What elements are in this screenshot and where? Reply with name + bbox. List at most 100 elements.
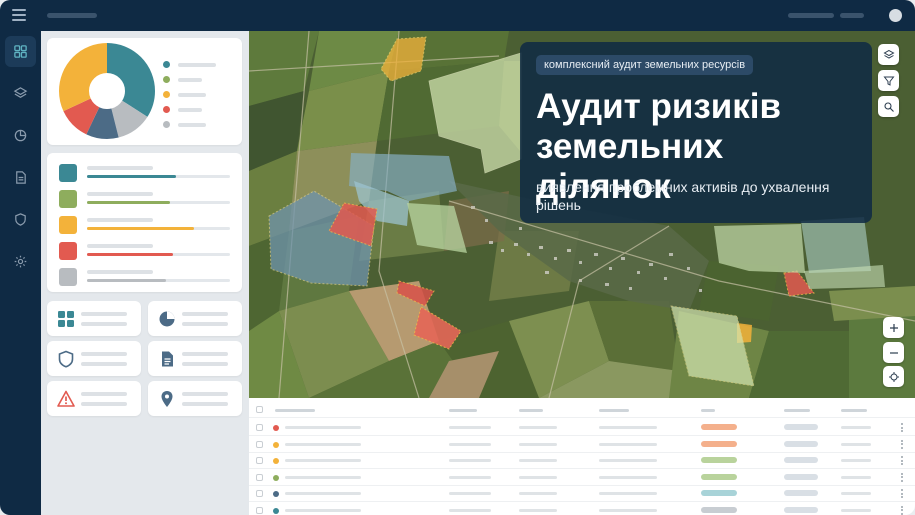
rail-item-dashboard[interactable] [5, 36, 36, 67]
tile-label-placeholder [182, 402, 228, 406]
cell-placeholder [285, 475, 361, 479]
layers-icon [882, 49, 895, 59]
search-button[interactable] [878, 96, 899, 117]
hamburger-menu-icon[interactable] [12, 9, 26, 21]
row-checkbox[interactable] [256, 490, 263, 497]
more-options-icon[interactable] [901, 456, 903, 465]
bar-swatch [59, 164, 77, 182]
zoom-out-icon [889, 351, 898, 354]
tile-label-placeholder [182, 362, 228, 366]
rail-item-security[interactable] [5, 204, 36, 235]
row-checkbox[interactable] [256, 506, 263, 514]
row-checkbox[interactable] [256, 424, 263, 431]
cell-placeholder [449, 442, 491, 446]
bars-card [47, 153, 242, 292]
table-row[interactable] [249, 469, 915, 486]
satellite-map[interactable]: комплексний аудит земельних ресурсів Ауд… [249, 31, 915, 398]
cell-placeholder [599, 492, 657, 495]
shortcut-tile[interactable] [47, 381, 141, 416]
more-options-icon[interactable] [901, 489, 903, 498]
zoom-out-button[interactable] [883, 342, 904, 363]
layers-button[interactable] [878, 44, 899, 65]
status-badge [701, 506, 737, 513]
cell-placeholder [449, 459, 491, 462]
column-header[interactable] [701, 409, 715, 412]
row-checkbox[interactable] [256, 457, 263, 464]
column-header[interactable] [449, 409, 477, 412]
select-all-checkbox[interactable] [256, 406, 263, 413]
top-bar-placeholder [840, 13, 864, 18]
status-dot [273, 458, 279, 464]
shortcut-tile[interactable] [148, 301, 242, 336]
progress-bar [87, 201, 230, 204]
tile-label-placeholder [182, 312, 228, 316]
row-checkbox[interactable] [256, 440, 263, 448]
more-options-icon[interactable] [901, 439, 903, 449]
status-badge [701, 424, 737, 430]
table-row[interactable] [249, 452, 915, 469]
more-options-icon[interactable] [901, 423, 903, 432]
more-options-icon[interactable] [901, 505, 903, 515]
app-window: комплексний аудит земельних ресурсів Ауд… [0, 0, 915, 515]
tag-badge [784, 473, 818, 480]
shield-icon [58, 350, 74, 368]
cell-placeholder [285, 459, 361, 462]
progress-bar-fill [87, 253, 173, 256]
cell-placeholder [841, 492, 871, 495]
column-header[interactable] [599, 409, 629, 412]
column-header[interactable] [784, 409, 810, 412]
legend-swatch [163, 61, 170, 68]
rail-item-layers[interactable] [5, 78, 36, 109]
table-row[interactable] [249, 436, 915, 453]
cell-placeholder [519, 442, 557, 446]
rail-item-settings[interactable] [5, 246, 36, 277]
column-header[interactable] [519, 409, 543, 412]
tag-badge [784, 440, 818, 447]
more-options-icon[interactable] [901, 472, 903, 482]
status-dot [273, 425, 279, 431]
avatar[interactable] [889, 9, 902, 22]
legend-label-placeholder [178, 93, 206, 97]
cell-placeholder [519, 475, 557, 479]
legend-swatch [163, 106, 170, 113]
cell-placeholder [519, 426, 557, 429]
tile-label-placeholder [81, 392, 127, 396]
pie-chart-icon [159, 311, 175, 327]
column-header[interactable] [275, 409, 315, 412]
legend-label-placeholder [178, 78, 202, 82]
shortcut-tile[interactable] [47, 341, 141, 376]
filter-button[interactable] [878, 70, 899, 91]
zoom-in-button[interactable] [883, 317, 904, 338]
cell-placeholder [519, 508, 557, 512]
top-bar [0, 0, 915, 31]
location-pin-icon [161, 391, 173, 407]
tile-label-placeholder [81, 322, 127, 326]
legend-swatch [163, 76, 170, 83]
status-dot [273, 507, 279, 514]
cell-placeholder [449, 492, 491, 495]
table-row[interactable] [249, 419, 915, 436]
shortcut-tile[interactable] [148, 341, 242, 376]
cell-placeholder [841, 459, 871, 462]
row-checkbox[interactable] [256, 473, 263, 481]
column-header[interactable] [841, 409, 867, 412]
tile-label-placeholder [182, 322, 228, 326]
rail-item-documents[interactable] [5, 162, 36, 193]
donut-chart [59, 43, 155, 139]
document-icon [162, 351, 173, 367]
rail-item-analytics[interactable] [5, 120, 36, 151]
table-row[interactable] [249, 485, 915, 502]
bar-swatch [59, 190, 77, 208]
shortcut-tile[interactable] [148, 381, 242, 416]
table-row[interactable] [249, 502, 915, 515]
bar-label-placeholder [87, 270, 153, 274]
shield-icon [15, 213, 26, 226]
locate-button[interactable] [883, 366, 904, 387]
shortcut-tile[interactable] [47, 301, 141, 336]
progress-bar-fill [87, 175, 176, 178]
tile-label-placeholder [81, 402, 127, 406]
cell-placeholder [285, 426, 361, 429]
pie-chart-icon [14, 129, 27, 142]
search-icon [883, 101, 894, 112]
progress-bar [87, 227, 230, 230]
